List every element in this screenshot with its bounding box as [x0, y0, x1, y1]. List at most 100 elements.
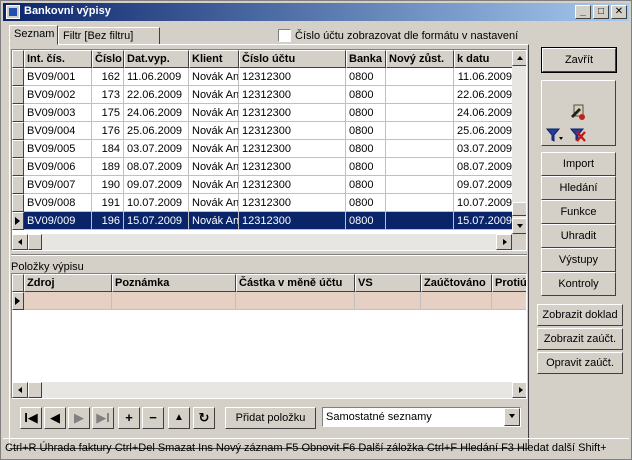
add-record-button[interactable]: +: [118, 407, 140, 429]
table-cell[interactable]: 24.06.2009: [124, 104, 189, 122]
table-cell[interactable]: [386, 68, 454, 86]
table-row[interactable]: BV09/009 196 15.07.2009 Novák Ant 12312300 08…: [12, 212, 516, 230]
tab-seznam[interactable]: Seznam: [9, 25, 58, 45]
table-row[interactable]: BV09/001 162 11.06.2009 Novák Ant 12312300 08…: [12, 68, 516, 86]
row-indicator[interactable]: [12, 68, 24, 86]
table-cell[interactable]: 22.06.2009: [124, 86, 189, 104]
scroll-left-button[interactable]: [12, 382, 28, 398]
row-indicator[interactable]: [12, 176, 24, 194]
table-cell[interactable]: 09.07.2009: [124, 176, 189, 194]
scroll-thumb[interactable]: [28, 382, 42, 398]
splitter[interactable]: [11, 254, 527, 256]
scroll-right-button[interactable]: [496, 234, 512, 250]
table-cell[interactable]: 12312300: [239, 122, 346, 140]
table-cell[interactable]: 12312300: [239, 212, 346, 230]
items-hscrollbar[interactable]: [12, 382, 526, 398]
table-cell[interactable]: 25.06.2009: [454, 122, 516, 140]
account-format-checkbox[interactable]: [278, 29, 291, 42]
table-row[interactable]: BV09/008 191 10.07.2009 Novák Ant 12312300 08…: [12, 194, 516, 212]
table-cell[interactable]: Novák Ant: [189, 86, 239, 104]
table-cell[interactable]: 191: [92, 194, 124, 212]
table-cell[interactable]: 03.07.2009: [124, 140, 189, 158]
search-button[interactable]: Hledání: [541, 176, 616, 200]
pay-button[interactable]: Uhradit: [541, 224, 616, 248]
filter-settings-icon[interactable]: [568, 102, 588, 122]
table-cell[interactable]: 184: [92, 140, 124, 158]
table-cell[interactable]: 0800: [346, 104, 386, 122]
table-cell[interactable]: Novák Ant: [189, 194, 239, 212]
column-header[interactable]: Částka v měně účtu: [236, 274, 355, 292]
table-cell[interactable]: 10.07.2009: [124, 194, 189, 212]
statements-vscrollbar[interactable]: [512, 50, 526, 234]
table-cell[interactable]: 0800: [346, 212, 386, 230]
table-cell[interactable]: 175: [92, 104, 124, 122]
move-up-button[interactable]: ▲: [168, 407, 190, 429]
statements-grid[interactable]: Int. čís. Číslo Dat.vyp. Klient Číslo účtu Ba…: [11, 49, 527, 251]
table-row[interactable]: BV09/006 189 08.07.2009 Novák Ant 12312300 08…: [12, 158, 516, 176]
table-row[interactable]: BV09/004 176 25.06.2009 Novák Ant 12312300 08…: [12, 122, 516, 140]
column-header[interactable]: Int. čís.: [24, 50, 92, 68]
row-indicator[interactable]: [12, 158, 24, 176]
table-cell[interactable]: [24, 292, 112, 310]
table-cell[interactable]: 12312300: [239, 86, 346, 104]
table-cell[interactable]: [386, 158, 454, 176]
row-indicator[interactable]: [12, 292, 24, 310]
show-document-button[interactable]: Zobrazit doklad: [537, 304, 623, 326]
table-cell[interactable]: 0800: [346, 86, 386, 104]
column-header[interactable]: Nový zůst.: [386, 50, 454, 68]
table-row[interactable]: BV09/003 175 24.06.2009 Novák Ant 12312300 08…: [12, 104, 516, 122]
column-header[interactable]: Dat.vyp.: [124, 50, 189, 68]
table-cell[interactable]: [386, 176, 454, 194]
close-window-button[interactable]: ✕: [611, 5, 627, 19]
table-cell[interactable]: Novák Ant: [189, 212, 239, 230]
table-cell[interactable]: 12312300: [239, 158, 346, 176]
column-header[interactable]: Protiú: [492, 274, 526, 292]
column-header[interactable]: Číslo: [92, 50, 124, 68]
table-cell[interactable]: 09.07.2009: [454, 176, 516, 194]
table-cell[interactable]: 12312300: [239, 104, 346, 122]
functions-button[interactable]: Funkce: [541, 200, 616, 224]
last-record-button[interactable]: ▶I: [92, 407, 114, 429]
show-posting-button[interactable]: Zobrazit zaúčt.: [537, 328, 623, 350]
maximize-button[interactable]: □: [593, 5, 609, 19]
table-cell[interactable]: 190: [92, 176, 124, 194]
table-cell[interactable]: 22.06.2009: [454, 86, 516, 104]
checks-button[interactable]: Kontroly: [541, 272, 616, 296]
table-cell[interactable]: 12312300: [239, 194, 346, 212]
table-cell[interactable]: 08.07.2009: [124, 158, 189, 176]
table-cell[interactable]: [421, 292, 492, 310]
table-cell[interactable]: BV09/004: [24, 122, 92, 140]
table-cell[interactable]: [112, 292, 236, 310]
close-button[interactable]: Zavřít: [541, 47, 617, 73]
table-cell[interactable]: 03.07.2009: [454, 140, 516, 158]
account-format-option[interactable]: Číslo účtu zobrazovat dle formátu v nast…: [278, 29, 518, 42]
table-cell[interactable]: 173: [92, 86, 124, 104]
table-cell[interactable]: BV09/005: [24, 140, 92, 158]
table-cell[interactable]: BV09/008: [24, 194, 92, 212]
column-header[interactable]: k datu: [454, 50, 516, 68]
table-cell[interactable]: 162: [92, 68, 124, 86]
fix-posting-button[interactable]: Opravit zaúčt.: [537, 352, 623, 374]
table-row[interactable]: BV09/002 173 22.06.2009 Novák Ant 12312300 08…: [12, 86, 516, 104]
row-indicator[interactable]: [12, 140, 24, 158]
clear-filter-icon[interactable]: [568, 125, 588, 145]
table-cell[interactable]: 25.06.2009: [124, 122, 189, 140]
table-cell[interactable]: 0800: [346, 140, 386, 158]
column-header[interactable]: Klient: [189, 50, 239, 68]
table-cell[interactable]: [492, 292, 526, 310]
table-cell[interactable]: 0800: [346, 122, 386, 140]
table-cell[interactable]: Novák Ant: [189, 158, 239, 176]
table-cell[interactable]: [236, 292, 355, 310]
table-cell[interactable]: 0800: [346, 194, 386, 212]
table-cell[interactable]: 08.07.2009: [454, 158, 516, 176]
title-bar[interactable]: Bankovní výpisy _ □ ✕: [3, 3, 629, 21]
table-cell[interactable]: Novák Ant: [189, 68, 239, 86]
table-row[interactable]: BV09/005 184 03.07.2009 Novák Ant 12312300 08…: [12, 140, 516, 158]
add-item-button[interactable]: Přidat položku: [225, 407, 316, 429]
table-cell[interactable]: [386, 122, 454, 140]
table-cell[interactable]: 12312300: [239, 140, 346, 158]
list-mode-dropdown-button[interactable]: [504, 408, 520, 426]
table-cell[interactable]: [386, 194, 454, 212]
table-cell[interactable]: BV09/003: [24, 104, 92, 122]
table-cell[interactable]: BV09/007: [24, 176, 92, 194]
